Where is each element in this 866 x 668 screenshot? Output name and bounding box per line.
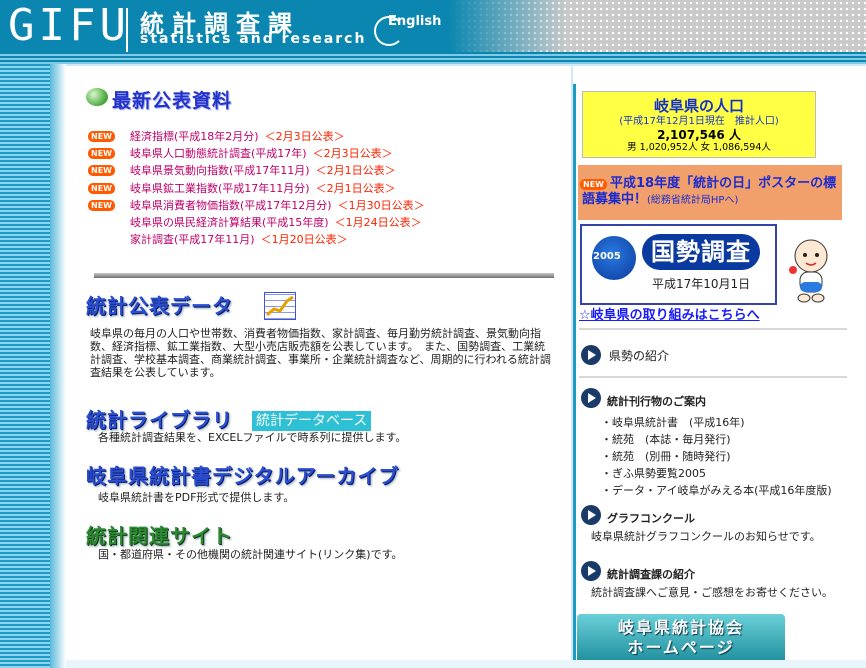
section-intro-text[interactable]: 統計調査課へご意見・ご感想をお寄せください。	[591, 584, 833, 601]
population-breakdown: 男 1,020,952人 女 1,086,594人	[627, 142, 771, 153]
census-year: 2005	[593, 251, 621, 262]
news-item[interactable]: NEW 岐阜県消費者物価指数(平成17年12月分) ＜1月30日公表＞	[88, 197, 568, 214]
news-link[interactable]: 経済指標(平成18年2月分) ＜2月3日公表＞	[130, 128, 345, 145]
population-box: 岐阜県の人口 (平成17年12月1日現在 推計人口) 2,107,546 人 男…	[582, 91, 816, 158]
new-badge-icon: NEW	[88, 182, 115, 194]
publications-heading[interactable]: 統計刊行物のご案内	[607, 393, 706, 409]
news-item[interactable]: NEW 岐阜県鉱工業指数(平成17年11月分) ＜2月1日公表＞	[88, 180, 568, 197]
new-badge-icon: NEW	[88, 148, 115, 160]
news-date: ＜2月3日公表＞	[264, 130, 345, 143]
poster-note[interactable]: (総務省統計局HPへ)	[647, 195, 738, 206]
new-badge-icon: NEW	[88, 165, 115, 177]
news-date: ＜1月30日公表＞	[337, 198, 425, 212]
census-efforts-link[interactable]: ☆岐阜県の取り組みはこちらへ	[579, 304, 760, 323]
population-title: 岐阜県の人口	[653, 97, 744, 115]
news-title[interactable]: 経済指標(平成18年2月分)	[130, 130, 259, 143]
arrow-right-icon[interactable]	[581, 388, 601, 408]
related-sites-link[interactable]: 統計関連サイト	[86, 520, 233, 549]
graph-contest-heading[interactable]: グラフコンクール	[607, 510, 695, 526]
arrow-right-icon[interactable]	[581, 505, 601, 525]
main-content: 最新公表資料 NEW 経済指標(平成18年2月分) ＜2月3日公表＞ NEW 岐阜…	[66, 66, 571, 668]
population-date: (平成17年12月1日現在 推計人口)	[619, 116, 779, 127]
news-date: ＜2月1日公表＞	[315, 181, 396, 195]
sidebar-divider	[579, 376, 847, 378]
related-description: 国・都道府県・その他機関の統計関連サイト(リンク集)です。	[98, 548, 403, 561]
news-date: ＜1月20日公表＞	[260, 233, 348, 247]
news-title[interactable]: 家計調査(平成17年11月)	[130, 233, 255, 246]
stats-data-link[interactable]: 統計公表データ	[86, 290, 233, 319]
news-link[interactable]: 岐阜県鉱工業指数(平成17年11月分) ＜2月1日公表＞	[130, 180, 396, 197]
header: GIFU 統計調査課 statistics and research Engli…	[0, 0, 866, 64]
news-item[interactable]: NEW 岐阜県景気動向指数(平成17年11月) ＜2月1日公表＞	[88, 162, 568, 179]
section-intro-heading[interactable]: 統計調査課の紹介	[607, 566, 695, 582]
news-title[interactable]: 岐阜県人口動態統計調査(平成17年)	[130, 147, 307, 160]
news-item[interactable]: NEW 経済指標(平成18年2月分) ＜2月3日公表＞	[88, 128, 568, 145]
census-date: 平成17年10月1日	[652, 277, 751, 291]
graph-contest-text[interactable]: 岐阜県統計グラフコンクールのお知らせです。	[591, 528, 821, 545]
bottom-strip	[66, 660, 866, 668]
library-link[interactable]: 統計ライブラリ	[86, 404, 233, 433]
publication-link[interactable]: ・岐阜県統計書 (平成16年)	[601, 414, 745, 431]
news-item[interactable]: 家計調査(平成17年11月) ＜1月20日公表＞	[88, 231, 568, 248]
english-label: English	[388, 14, 442, 29]
logo-gifu: GIFU	[8, 0, 130, 51]
news-link[interactable]: 岐阜県景気動向指数(平成17年11月) ＜2月1日公表＞	[130, 162, 396, 179]
census-label: 国勢調査	[642, 234, 760, 270]
arrow-right-icon[interactable]	[581, 345, 601, 365]
news-date: ＜2月1日公表＞	[315, 164, 396, 178]
baby-mascot-icon	[789, 239, 828, 303]
chart-icon	[264, 292, 296, 320]
library-description: 各種統計調査結果を、EXCELファイルで時系列に提供します。	[98, 431, 407, 444]
publication-link[interactable]: ・統苑 (本誌・毎月発行)	[601, 431, 731, 448]
population-total: 2,107,546 人	[657, 128, 741, 142]
news-title[interactable]: 岐阜県の県民経済計算結果(平成15年度)	[130, 216, 329, 229]
poster-banner[interactable]: NEW 平成18年度「統計の日」ポスターの標語募集中！(総務省統計局HPへ)	[578, 165, 842, 220]
news-title[interactable]: 岐阜県消費者物価指数(平成17年12月分)	[130, 199, 332, 212]
news-list: NEW 経済指標(平成18年2月分) ＜2月3日公表＞ NEW 岐阜県人口動態統計…	[88, 128, 568, 248]
right-sidebar-bar	[573, 84, 576, 668]
gem-icon	[86, 88, 108, 106]
header-dots	[448, 0, 866, 52]
english-link[interactable]: English	[370, 10, 442, 46]
news-link[interactable]: 家計調査(平成17年11月) ＜1月20日公表＞	[130, 231, 348, 248]
news-date: ＜1月24日公表＞	[334, 215, 422, 229]
news-date: ＜2月3日公表＞	[312, 147, 393, 161]
sidebar-divider	[579, 328, 847, 330]
header-stripe	[0, 52, 866, 64]
statistics-association-banner[interactable]: 岐阜県統計協会 ホームページ	[577, 614, 785, 666]
news-link[interactable]: 岐阜県消費者物価指数(平成17年12月分) ＜1月30日公表＞	[130, 197, 425, 214]
archive-link[interactable]: 岐阜県統計書デジタルアーカイブ	[86, 460, 399, 489]
news-link[interactable]: 岐阜県の県民経済計算結果(平成15年度) ＜1月24日公表＞	[130, 214, 422, 231]
prefecture-intro-link[interactable]: 県勢の紹介	[609, 347, 669, 364]
logo-title-en: statistics and research	[140, 31, 367, 47]
news-item[interactable]: NEW 岐阜県人口動態統計調査(平成17年) ＜2月3日公表＞	[88, 145, 568, 162]
publication-link[interactable]: ・統苑 (別冊・随時発行)	[601, 448, 731, 465]
publication-link[interactable]: ・データ・アイ岐阜がみえる本(平成16年度版)	[601, 482, 832, 499]
left-stripe-decoration	[0, 64, 66, 668]
census-banner[interactable]: 2005 国勢調査 平成17年10月1日	[580, 224, 777, 305]
statistics-association-text[interactable]: 岐阜県統計協会 ホームページ	[577, 618, 785, 658]
main-divider	[94, 273, 554, 278]
news-title[interactable]: 岐阜県景気動向指数(平成17年11月)	[130, 164, 310, 177]
news-link[interactable]: 岐阜県人口動態統計調査(平成17年) ＜2月3日公表＞	[130, 145, 393, 162]
archive-description: 岐阜県統計書をPDF形式で提供します。	[98, 491, 295, 504]
database-button[interactable]: 統計データベース	[252, 411, 372, 431]
poster-link[interactable]: 平成18年度「統計の日」ポスターの標語募集中！(総務省統計局HPへ)	[582, 176, 840, 209]
publication-link[interactable]: ・ぎふ県勢要覧2005	[601, 465, 706, 482]
news-item[interactable]: 岐阜県の県民経済計算結果(平成15年度) ＜1月24日公表＞	[88, 214, 568, 231]
news-title[interactable]: 岐阜県鉱工業指数(平成17年11月分)	[130, 182, 310, 195]
new-badge-icon: NEW	[88, 199, 115, 211]
arrow-right-icon[interactable]	[581, 561, 601, 581]
logo-divider	[126, 8, 128, 52]
new-badge-icon: NEW	[88, 131, 115, 142]
right-sidebar: 岐阜県の人口 (平成17年12月1日現在 推計人口) 2,107,546 人 男…	[573, 66, 866, 668]
news-heading-text: 最新公表資料	[112, 90, 233, 112]
stats-description: 岐阜県の毎月の人口や世帯数、消費者物価指数、家計調査、毎月勤労統計調査、景気動向…	[90, 327, 551, 379]
